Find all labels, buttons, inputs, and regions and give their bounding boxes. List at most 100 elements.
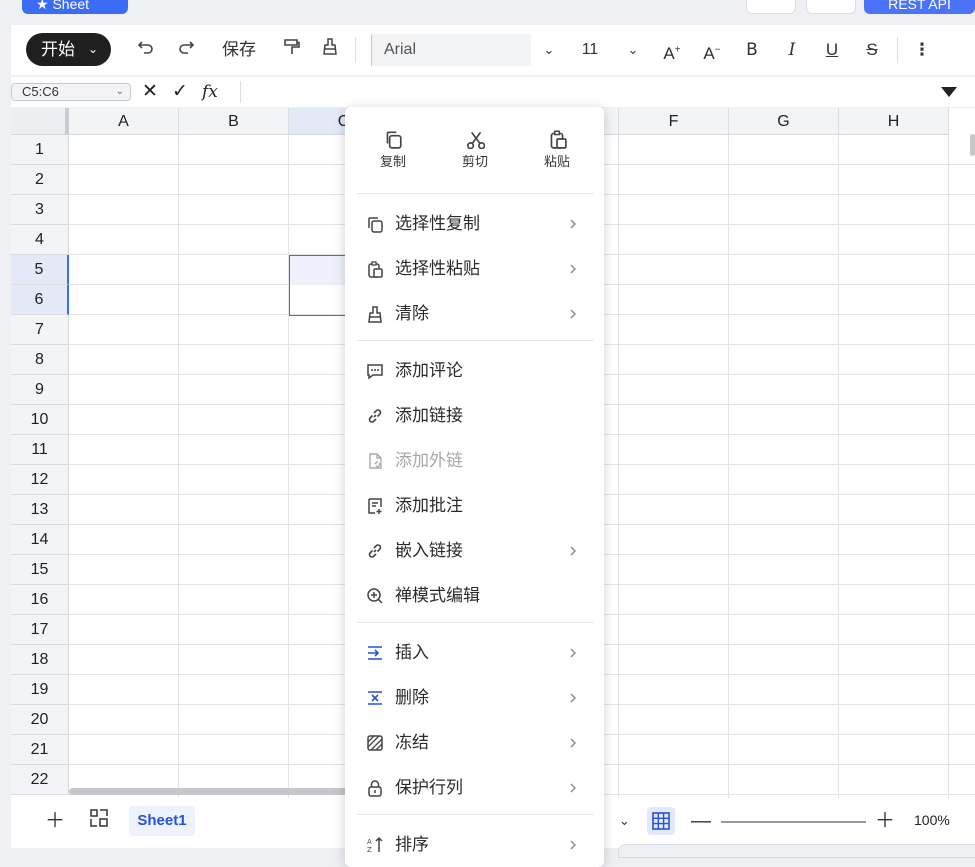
underline-button[interactable]: U — [821, 37, 843, 63]
format-painter-button[interactable] — [281, 37, 303, 63]
menu-item-clear-brush[interactable]: 清除 — [345, 294, 604, 334]
confirm-formula-button[interactable]: ✓ — [172, 81, 188, 103]
horizontal-scrollbar[interactable] — [69, 788, 369, 795]
sheet-tab-sheet1[interactable]: Sheet1 — [129, 806, 195, 836]
row-header-5[interactable]: 5 — [11, 255, 69, 285]
menu-item-comment[interactable]: 添加评论 — [345, 351, 604, 391]
start-menu-button[interactable]: 开始 ⌄ — [26, 33, 111, 66]
menu-item-embed-link[interactable]: 嵌入链接 — [345, 531, 604, 571]
save-button[interactable]: 保存 — [219, 37, 259, 63]
zoom-level[interactable]: 100% — [914, 812, 950, 828]
menu-item-freeze[interactable]: 冻结 — [345, 723, 604, 763]
menu-item-delete[interactable]: 删除 — [345, 678, 604, 718]
row-header-9[interactable]: 9 — [11, 375, 69, 405]
column-header-h[interactable]: H — [839, 108, 949, 135]
chevron-down-icon[interactable]: ⌄ — [625, 37, 641, 63]
chevron-right-icon — [567, 214, 579, 234]
row-header-4[interactable]: 4 — [11, 225, 69, 255]
copy-button[interactable]: 复制 — [363, 129, 423, 170]
more-button[interactable] — [806, 0, 856, 14]
gridlines-toggle[interactable] — [647, 807, 675, 835]
zoom-slider[interactable] — [721, 821, 866, 823]
row-header-15[interactable]: 15 — [11, 555, 69, 585]
strikethrough-button[interactable]: S — [861, 37, 883, 63]
row-header-20[interactable]: 20 — [11, 705, 69, 735]
add-button[interactable] — [746, 0, 796, 14]
italic-button[interactable]: I — [781, 37, 803, 63]
menu-item-copy-special[interactable]: 选择性复制 — [345, 204, 604, 244]
clear-brush-icon — [366, 305, 384, 323]
rest-api-button[interactable]: REST API — [864, 0, 975, 14]
menu-item-sort[interactable]: A Z 排序 — [345, 825, 604, 865]
undo-button[interactable] — [135, 37, 157, 63]
zoom-out-button[interactable]: — — [691, 808, 711, 834]
menu-item-label: 嵌入链接 — [395, 541, 463, 560]
copy-special-icon — [366, 215, 384, 233]
row-header-10[interactable]: 10 — [11, 405, 69, 435]
column-header-b[interactable]: B — [179, 108, 289, 135]
row-header-22[interactable]: 22 — [11, 765, 69, 795]
menu-item-label: 清除 — [395, 304, 429, 323]
row-header-11[interactable]: 11 — [11, 435, 69, 465]
increase-font-button[interactable]: A+ — [661, 37, 683, 63]
row-header-21[interactable]: 21 — [11, 735, 69, 765]
column-header-f[interactable]: F — [619, 108, 729, 135]
redo-button[interactable] — [175, 37, 197, 63]
zoom-in-button[interactable]: ＋ — [875, 808, 895, 834]
decrease-font-button[interactable]: A− — [701, 37, 723, 63]
cancel-formula-button[interactable]: ✕ — [142, 81, 158, 103]
menu-item-note[interactable]: 添加批注 — [345, 486, 604, 526]
toolbar-separator — [897, 37, 898, 63]
row-header-14[interactable]: 14 — [11, 525, 69, 555]
undo-icon — [137, 41, 153, 54]
row-header-6[interactable]: 6 — [11, 285, 69, 315]
cut-button[interactable]: 剪切 — [445, 129, 505, 170]
sheet-list-button[interactable] — [89, 808, 109, 835]
column-header-g[interactable]: G — [729, 108, 839, 135]
column-gridline — [178, 135, 179, 798]
row-header-13[interactable]: 13 — [11, 495, 69, 525]
minus-icon: — — [691, 810, 711, 832]
row-header-7[interactable]: 7 — [11, 315, 69, 345]
expand-formula-icon[interactable] — [941, 87, 957, 97]
paste-button[interactable]: 粘贴 — [527, 129, 587, 170]
row-header-18[interactable]: 18 — [11, 645, 69, 675]
sheet-app-button[interactable]: ★ Sheet — [22, 0, 128, 14]
row-header-16[interactable]: 16 — [11, 585, 69, 615]
row-header-12[interactable]: 12 — [11, 465, 69, 495]
chevron-down-icon[interactable]: ⌄ — [619, 808, 630, 834]
close-icon: ✕ — [142, 81, 158, 102]
check-icon: ✓ — [172, 81, 188, 102]
menu-item-insert[interactable]: 插入 — [345, 633, 604, 673]
font-size-select[interactable]: 11 — [577, 37, 603, 63]
function-button[interactable]: fx — [202, 81, 218, 103]
menu-item-label: 冻结 — [395, 733, 429, 752]
format-painter-icon — [284, 39, 300, 54]
vertical-scrollbar[interactable] — [970, 134, 975, 156]
more-options-button[interactable]: ⋮ — [913, 37, 931, 63]
row-header-17[interactable]: 17 — [11, 615, 69, 645]
column-header-a[interactable]: A — [69, 108, 179, 135]
select-all-corner[interactable] — [11, 108, 69, 135]
menu-separator — [357, 814, 594, 815]
menu-item-label: 保护行列 — [395, 778, 463, 797]
menu-item-link[interactable]: 添加链接 — [345, 396, 604, 436]
cell-reference-box[interactable]: C5:C6 ⌄ — [11, 83, 131, 101]
font-family-select[interactable]: Arial — [371, 34, 531, 66]
vertical-dots-icon: ⋮ — [913, 40, 931, 59]
menu-item-lock[interactable]: 保护行列 — [345, 768, 604, 808]
chevron-down-icon[interactable]: ⌄ — [541, 37, 557, 63]
menu-item-label: 选择性粘贴 — [395, 259, 480, 278]
bold-button[interactable]: B — [741, 37, 763, 63]
menu-item-label: 添加评论 — [395, 361, 463, 380]
row-header-19[interactable]: 19 — [11, 675, 69, 705]
row-header-3[interactable]: 3 — [11, 195, 69, 225]
row-header-1[interactable]: 1 — [11, 135, 69, 165]
add-sheet-button[interactable]: ＋ — [45, 808, 65, 834]
row-header-8[interactable]: 8 — [11, 345, 69, 375]
menu-item-paste-special[interactable]: 选择性粘贴 — [345, 249, 604, 289]
row-header-2[interactable]: 2 — [11, 165, 69, 195]
clear-format-button[interactable] — [319, 37, 341, 63]
external-link-icon — [366, 452, 384, 470]
menu-item-zen-edit[interactable]: 禅模式编辑 — [345, 576, 604, 616]
